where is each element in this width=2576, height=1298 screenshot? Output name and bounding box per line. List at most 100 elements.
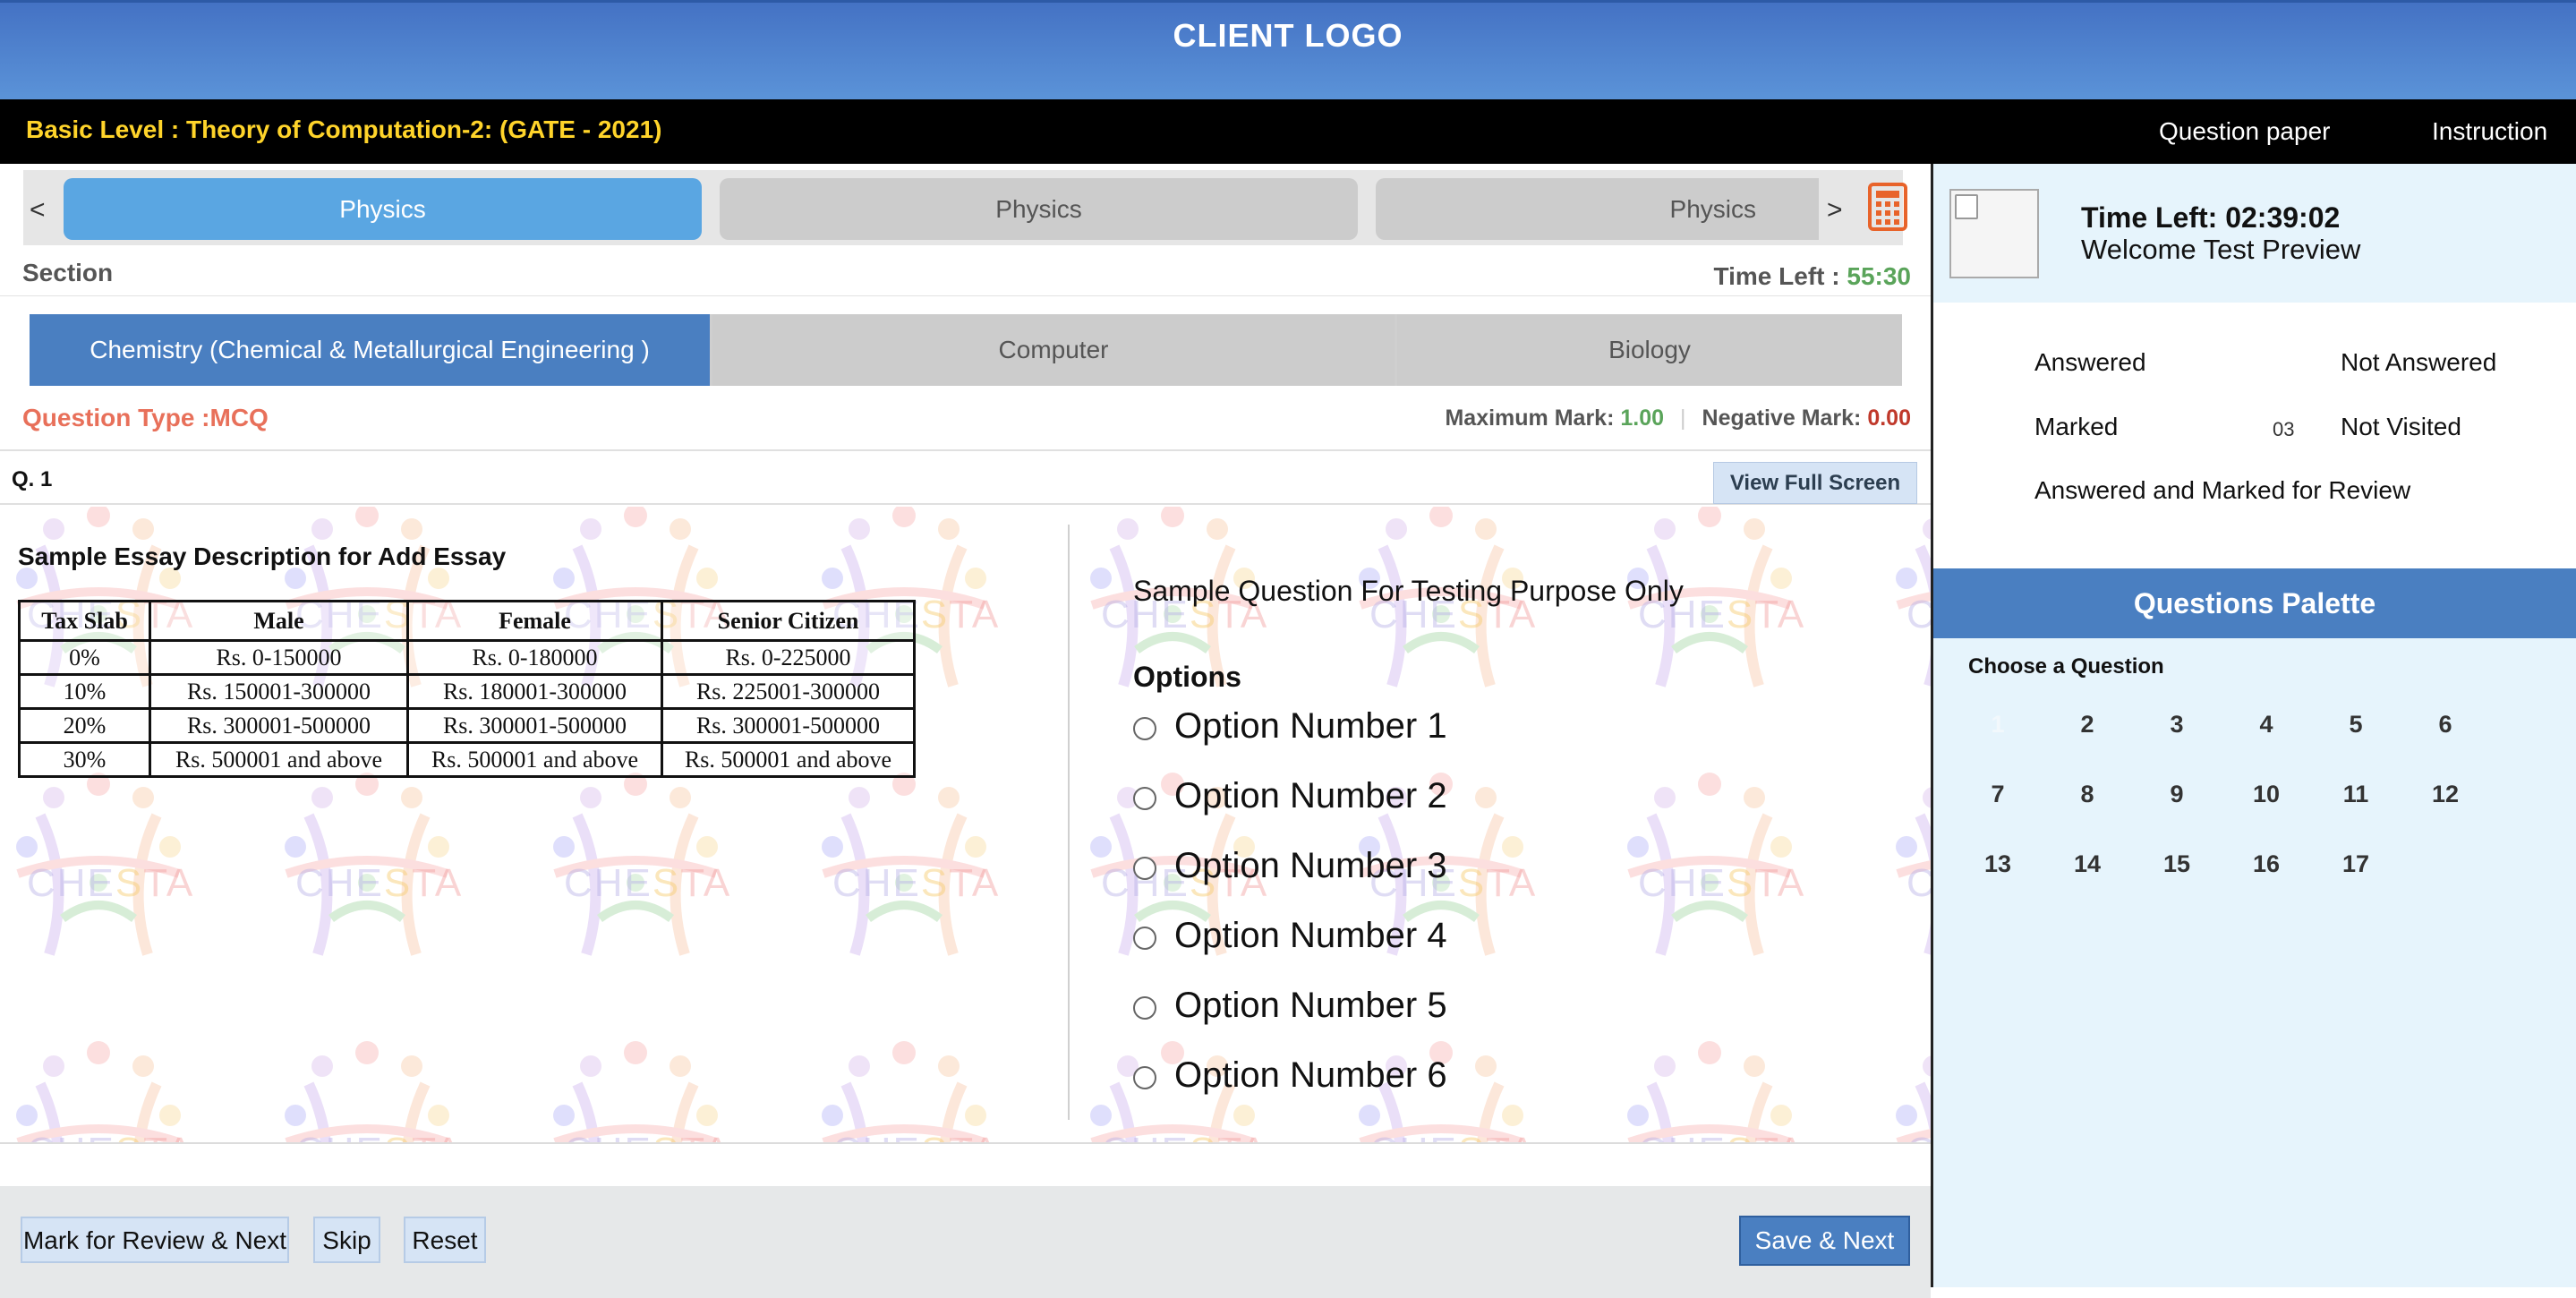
table-cell: 30% <box>18 741 151 778</box>
palette-question-16[interactable]: 16 <box>2239 841 2293 886</box>
question-type-label: Question Type :MCQ <box>22 404 269 431</box>
neg-mark-label: Negative Mark: <box>1702 406 1868 431</box>
max-mark-label: Maximum Mark: <box>1445 406 1621 431</box>
subject-tab-strip: < Physics Physics Physics > <box>23 170 1903 245</box>
legend-not-visited: Not Visited <box>2341 413 2461 440</box>
table-header-cell: Female <box>406 600 663 642</box>
palette-question-1[interactable]: 1 <box>1971 702 2025 747</box>
section-tab-chemistry[interactable]: Chemistry (Chemical & Metallurgical Engi… <box>30 314 710 386</box>
subject-next-arrow[interactable]: > <box>1827 195 1843 226</box>
mark-for-review-next-button[interactable]: Mark for Review & Next <box>21 1217 289 1263</box>
section-tab-computer[interactable]: Computer <box>712 314 1395 386</box>
table-cell: Rs. 300001-500000 <box>406 707 663 744</box>
subject-tab-1[interactable]: Physics <box>64 178 702 240</box>
table-cell: 0% <box>18 639 151 676</box>
subject-prev-arrow[interactable]: < <box>30 195 46 226</box>
table-header-cell: Tax Slab <box>18 600 151 642</box>
table-cell: Rs. 225001-300000 <box>661 673 916 710</box>
reset-button[interactable]: Reset <box>404 1217 486 1263</box>
marks-info: Maximum Mark: 1.00 | Negative Mark: 0.00 <box>1445 406 1911 431</box>
palette-question-6[interactable]: 6 <box>2418 702 2472 747</box>
palette-question-10[interactable]: 10 <box>2239 772 2293 816</box>
palette-question-14[interactable]: 14 <box>2060 841 2114 886</box>
table-cell: Rs. 500001 and above <box>406 741 663 778</box>
legend-not-answered: Not Answered <box>2341 348 2497 376</box>
option-radio[interactable] <box>1133 996 1156 1020</box>
max-mark-value: 1.00 <box>1620 406 1665 431</box>
option-label: Option Number 3 <box>1174 846 1447 885</box>
table-row: 20% Rs. 300001-500000 Rs. 300001-500000 … <box>18 707 916 744</box>
palette-question-3[interactable]: 3 <box>2150 702 2204 747</box>
main-area: < Physics Physics Physics > Section Time… <box>0 164 1931 1298</box>
section-timer: Time Left : 55:30 <box>1714 262 1911 291</box>
save-next-button[interactable]: Save & Next <box>1739 1216 1910 1266</box>
question-content-area: CHESTA Sample Essay Description for Add … <box>0 507 1931 1144</box>
section-tabs: Chemistry (Chemical & Metallurgical Engi… <box>30 314 1902 386</box>
legend-marked-count: 03 <box>2273 418 2295 440</box>
option-radio[interactable] <box>1133 857 1156 880</box>
skip-button[interactable]: Skip <box>313 1217 380 1263</box>
option-radio[interactable] <box>1133 927 1156 950</box>
palette-question-17[interactable]: 17 <box>2329 841 2383 886</box>
palette-question-15[interactable]: 15 <box>2150 841 2204 886</box>
palette-question-4[interactable]: 4 <box>2239 702 2293 747</box>
neg-mark-value: 0.00 <box>1867 406 1911 431</box>
avatar <box>1949 189 2039 278</box>
palette-question-12[interactable]: 12 <box>2418 772 2472 816</box>
table-row: 30% Rs. 500001 and above Rs. 500001 and … <box>18 741 916 778</box>
option-label: Option Number 5 <box>1174 986 1447 1025</box>
subject-tab-2[interactable]: Physics <box>720 178 1358 240</box>
title-bar: Basic Level : Theory of Computation-2: (… <box>0 99 2576 164</box>
table-row: 10% Rs. 150001-300000 Rs. 180001-300000 … <box>18 673 916 710</box>
section-tab-biology[interactable]: Biology <box>1397 314 1902 386</box>
palette-question-11[interactable]: 11 <box>2329 772 2383 816</box>
question-paper-link[interactable]: Question paper <box>2159 117 2330 146</box>
table-cell: Rs. 150001-300000 <box>149 673 409 710</box>
table-cell: Rs. 0-150000 <box>149 639 409 676</box>
option-radio[interactable] <box>1133 717 1156 740</box>
legend-answered: Answered <box>2034 348 2146 376</box>
action-bar: Mark for Review & Next Skip Reset Save &… <box>0 1186 1931 1298</box>
palette-question-8[interactable]: 8 <box>2060 772 2114 816</box>
tax-slab-table: Tax Slab Male Female Senior Citizen 0% R… <box>18 600 916 778</box>
section-row: Section Time Left : 55:30 <box>0 246 1931 296</box>
calculator-icon[interactable] <box>1868 183 1907 231</box>
table-cell: Rs. 300001-500000 <box>661 707 916 744</box>
view-full-screen-button[interactable]: View Full Screen <box>1713 462 1917 504</box>
top-header: CLIENT LOGO <box>0 0 2576 99</box>
legend-answered-marked: Answered and Marked for Review <box>2034 476 2411 504</box>
option-label: Option Number 2 <box>1174 776 1447 816</box>
palette-question-5[interactable]: 5 <box>2329 702 2383 747</box>
choose-question-label: Choose a Question <box>1968 654 2164 679</box>
option-radio[interactable] <box>1133 787 1156 810</box>
client-logo: CLIENT LOGO <box>1173 17 1403 54</box>
welcome-text: Welcome Test Preview <box>2081 234 2361 265</box>
table-header-row: Tax Slab Male Female Senior Citizen <box>18 600 916 642</box>
table-cell: Rs. 500001 and above <box>149 741 409 778</box>
instruction-link[interactable]: Instruction <box>2432 117 2547 146</box>
table-row: 0% Rs. 0-150000 Rs. 0-180000 Rs. 0-22500… <box>18 639 916 676</box>
section-time-label: Time Left : <box>1713 262 1847 290</box>
table-cell: Rs. 0-225000 <box>661 639 916 676</box>
table-cell: Rs. 180001-300000 <box>406 673 663 710</box>
table-cell: Rs. 500001 and above <box>661 741 916 778</box>
subject-tab-3[interactable]: Physics <box>1376 178 1819 240</box>
table-header-cell: Male <box>149 600 409 642</box>
palette-question-13[interactable]: 13 <box>1971 841 2025 886</box>
legend-marked: Marked <box>2034 413 2119 440</box>
section-label: Section <box>22 259 114 286</box>
option-radio[interactable] <box>1133 1066 1156 1089</box>
palette-question-2[interactable]: 2 <box>2060 702 2114 747</box>
status-legend: Answered Not Answered Marked 03 Not Visi… <box>1933 303 2576 568</box>
palette-question-7[interactable]: 7 <box>1971 772 2025 816</box>
palette-question-9[interactable]: 9 <box>2150 772 2204 816</box>
question-text: Sample Question For Testing Purpose Only <box>1133 575 1684 607</box>
options-heading: Options <box>1133 661 1241 693</box>
table-cell: 10% <box>18 673 151 710</box>
question-number-row: Q. 1 View Full Screen <box>0 451 1931 505</box>
table-cell: Rs. 0-180000 <box>406 639 663 676</box>
table-cell: Rs. 300001-500000 <box>149 707 409 744</box>
table-header-cell: Senior Citizen <box>661 600 916 642</box>
exam-title: Basic Level : Theory of Computation-2: (… <box>26 115 662 143</box>
table-cell: 20% <box>18 707 151 744</box>
